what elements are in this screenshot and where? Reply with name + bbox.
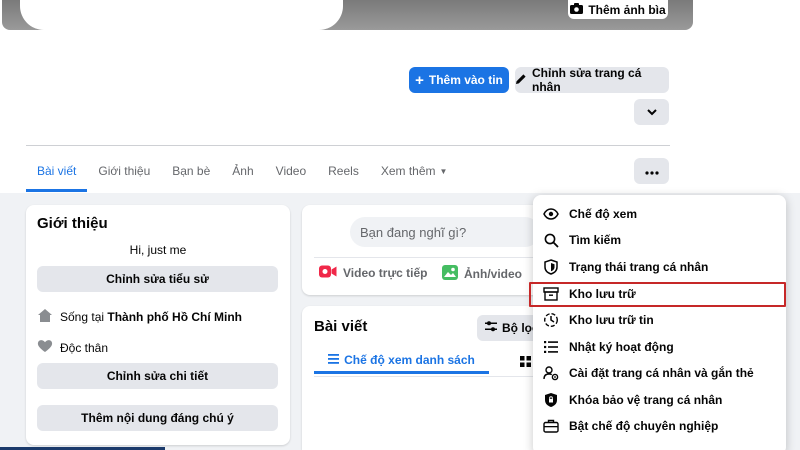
story-archive-icon	[543, 312, 559, 328]
chevron-down-icon	[646, 105, 657, 119]
composer-input[interactable]: Bạn đang nghĩ gì?	[350, 217, 540, 247]
photo-icon	[442, 265, 458, 283]
intro-card: Giới thiệu Hi, just me Chỉnh sửa tiểu sử…	[26, 205, 290, 445]
tab-reels[interactable]: Reels	[317, 152, 370, 190]
list-view-tab[interactable]: Chế độ xem danh sách	[314, 348, 489, 374]
composer-placeholder: Bạn đang nghĩ gì?	[360, 224, 467, 240]
menu-item-story-archive[interactable]: Kho lưu trữ tin	[533, 307, 786, 333]
heart-icon	[37, 339, 53, 356]
posts-card: Bài viết Bộ lọc Chế độ xem danh sách	[302, 306, 549, 450]
grid-view-icon	[520, 354, 531, 371]
lives-city[interactable]: Thành phố Hồ Chí Minh	[107, 310, 242, 324]
camera-icon	[570, 2, 584, 17]
profile-settings-icon	[543, 365, 559, 381]
tab-friends[interactable]: Bạn bè	[161, 152, 221, 190]
tab-label: Bạn bè	[172, 164, 211, 178]
tab-label: Giới thiệu	[98, 164, 151, 178]
posts-title: Bài viết	[314, 318, 368, 335]
pencil-icon	[515, 73, 527, 88]
live-video-button[interactable]: Video trực tiếp	[319, 265, 428, 281]
expand-button[interactable]	[634, 99, 669, 125]
relationship-status: Độc thân	[60, 340, 109, 355]
plus-icon: +	[415, 71, 424, 89]
menu-item-professional-mode[interactable]: Bật chế độ chuyên nghiệp	[533, 413, 786, 439]
tab-label: Xem thêm	[380, 164, 436, 178]
tab-video[interactable]: Video	[265, 152, 317, 190]
edit-profile-label: Chỉnh sửa trang cá nhân	[532, 66, 642, 94]
posts-divider	[314, 376, 539, 377]
tab-posts[interactable]: Bài viết	[26, 152, 88, 192]
menu-item-label: Trạng thái trang cá nhân	[569, 260, 709, 274]
menu-item-label: Nhật ký hoạt động	[569, 340, 674, 354]
relationship-row: Độc thân	[37, 339, 108, 356]
add-featured-button[interactable]: Thêm nội dung đáng chú ý	[37, 405, 278, 431]
composer-card: Bạn đang nghĩ gì? Video trực tiếp Ảnh/vi…	[302, 205, 547, 295]
add-cover-label: Thêm ảnh bìa	[588, 2, 666, 17]
menu-item-label: Cài đặt trang cá nhân và gắn thẻ	[569, 366, 754, 380]
search-icon	[543, 232, 559, 248]
list-view-icon	[328, 353, 340, 367]
photo-video-label: Ảnh/video	[464, 267, 523, 281]
add-cover-button[interactable]: Thêm ảnh bìa	[568, 0, 668, 19]
edit-details-button[interactable]: Chỉnh sửa chi tiết	[37, 363, 278, 389]
grid-view-tab[interactable]	[520, 354, 531, 372]
list-icon	[543, 339, 559, 355]
more-options-button[interactable]	[634, 158, 669, 184]
add-to-story-label: Thêm vào tin	[428, 73, 503, 87]
avatar[interactable]	[314, 217, 342, 245]
tab-photos[interactable]: Ảnh	[221, 152, 264, 190]
lives-in-row: Sống tại Thành phố Hồ Chí Minh	[37, 308, 242, 326]
composer-divider	[314, 257, 539, 258]
lock-shield-icon	[543, 392, 559, 408]
ellipsis-icon	[644, 164, 659, 178]
tab-label: Bài viết	[37, 163, 77, 178]
menu-item-label: Kho lưu trữ tin	[569, 313, 654, 327]
edit-profile-button[interactable]: Chỉnh sửa trang cá nhân	[515, 66, 669, 94]
intro-bio: Hi, just me	[129, 243, 187, 257]
menu-item-profile-settings[interactable]: Cài đặt trang cá nhân và gắn thẻ	[533, 360, 786, 386]
home-icon	[37, 308, 53, 326]
filter-icon	[485, 321, 497, 335]
header-divider	[26, 145, 670, 146]
live-video-icon	[319, 265, 337, 281]
profile-header: Thêm ảnh bìa + Thêm vào tin Chỉnh sửa tr…	[0, 0, 800, 193]
intro-title: Giới thiệu	[37, 215, 108, 232]
more-options-menu: Chế độ xem Tìm kiếm Trạng thái trang cá …	[533, 195, 786, 450]
tab-about[interactable]: Giới thiệu	[87, 152, 161, 190]
add-featured-label: Thêm nội dung đáng chú ý	[81, 411, 234, 425]
tab-label: Video	[275, 164, 307, 178]
menu-item-view-as[interactable]: Chế độ xem	[533, 201, 786, 227]
photo-video-button[interactable]: Ảnh/video	[442, 265, 522, 283]
menu-item-label: Khóa bảo vệ trang cá nhân	[569, 393, 723, 407]
edit-bio-label: Chỉnh sửa tiểu sử	[106, 272, 209, 286]
lives-prefix: Sống tại	[60, 310, 108, 324]
briefcase-icon	[543, 418, 559, 434]
menu-item-profile-status[interactable]: Trạng thái trang cá nhân	[533, 254, 786, 280]
edit-bio-button[interactable]: Chỉnh sửa tiểu sử	[37, 266, 278, 292]
live-video-label: Video trực tiếp	[343, 266, 428, 280]
highlight-annotation	[529, 282, 786, 307]
profile-picture-area	[20, 0, 343, 30]
menu-item-label: Bật chế độ chuyên nghiệp	[569, 419, 719, 433]
menu-item-label: Chế độ xem	[569, 207, 638, 221]
add-to-story-button[interactable]: + Thêm vào tin	[409, 67, 509, 93]
menu-item-label: Tìm kiếm	[569, 233, 622, 247]
menu-item-profile-lock[interactable]: Khóa bảo vệ trang cá nhân	[533, 387, 786, 413]
shield-icon	[543, 259, 559, 275]
tab-label: Ảnh	[232, 164, 254, 178]
menu-item-search[interactable]: Tìm kiếm	[533, 227, 786, 253]
edit-details-label: Chỉnh sửa chi tiết	[106, 369, 209, 383]
menu-item-activity-log[interactable]: Nhật ký hoạt động	[533, 334, 786, 360]
eye-icon	[543, 206, 559, 222]
profile-tabs: Bài viết Giới thiệu Bạn bè Ảnh Video Ree…	[26, 152, 458, 192]
caret-down-icon: ▼	[439, 166, 448, 176]
list-view-label: Chế độ xem danh sách	[344, 352, 475, 367]
tab-more[interactable]: Xem thêm ▼	[370, 152, 459, 190]
tab-label: Reels	[328, 164, 359, 178]
